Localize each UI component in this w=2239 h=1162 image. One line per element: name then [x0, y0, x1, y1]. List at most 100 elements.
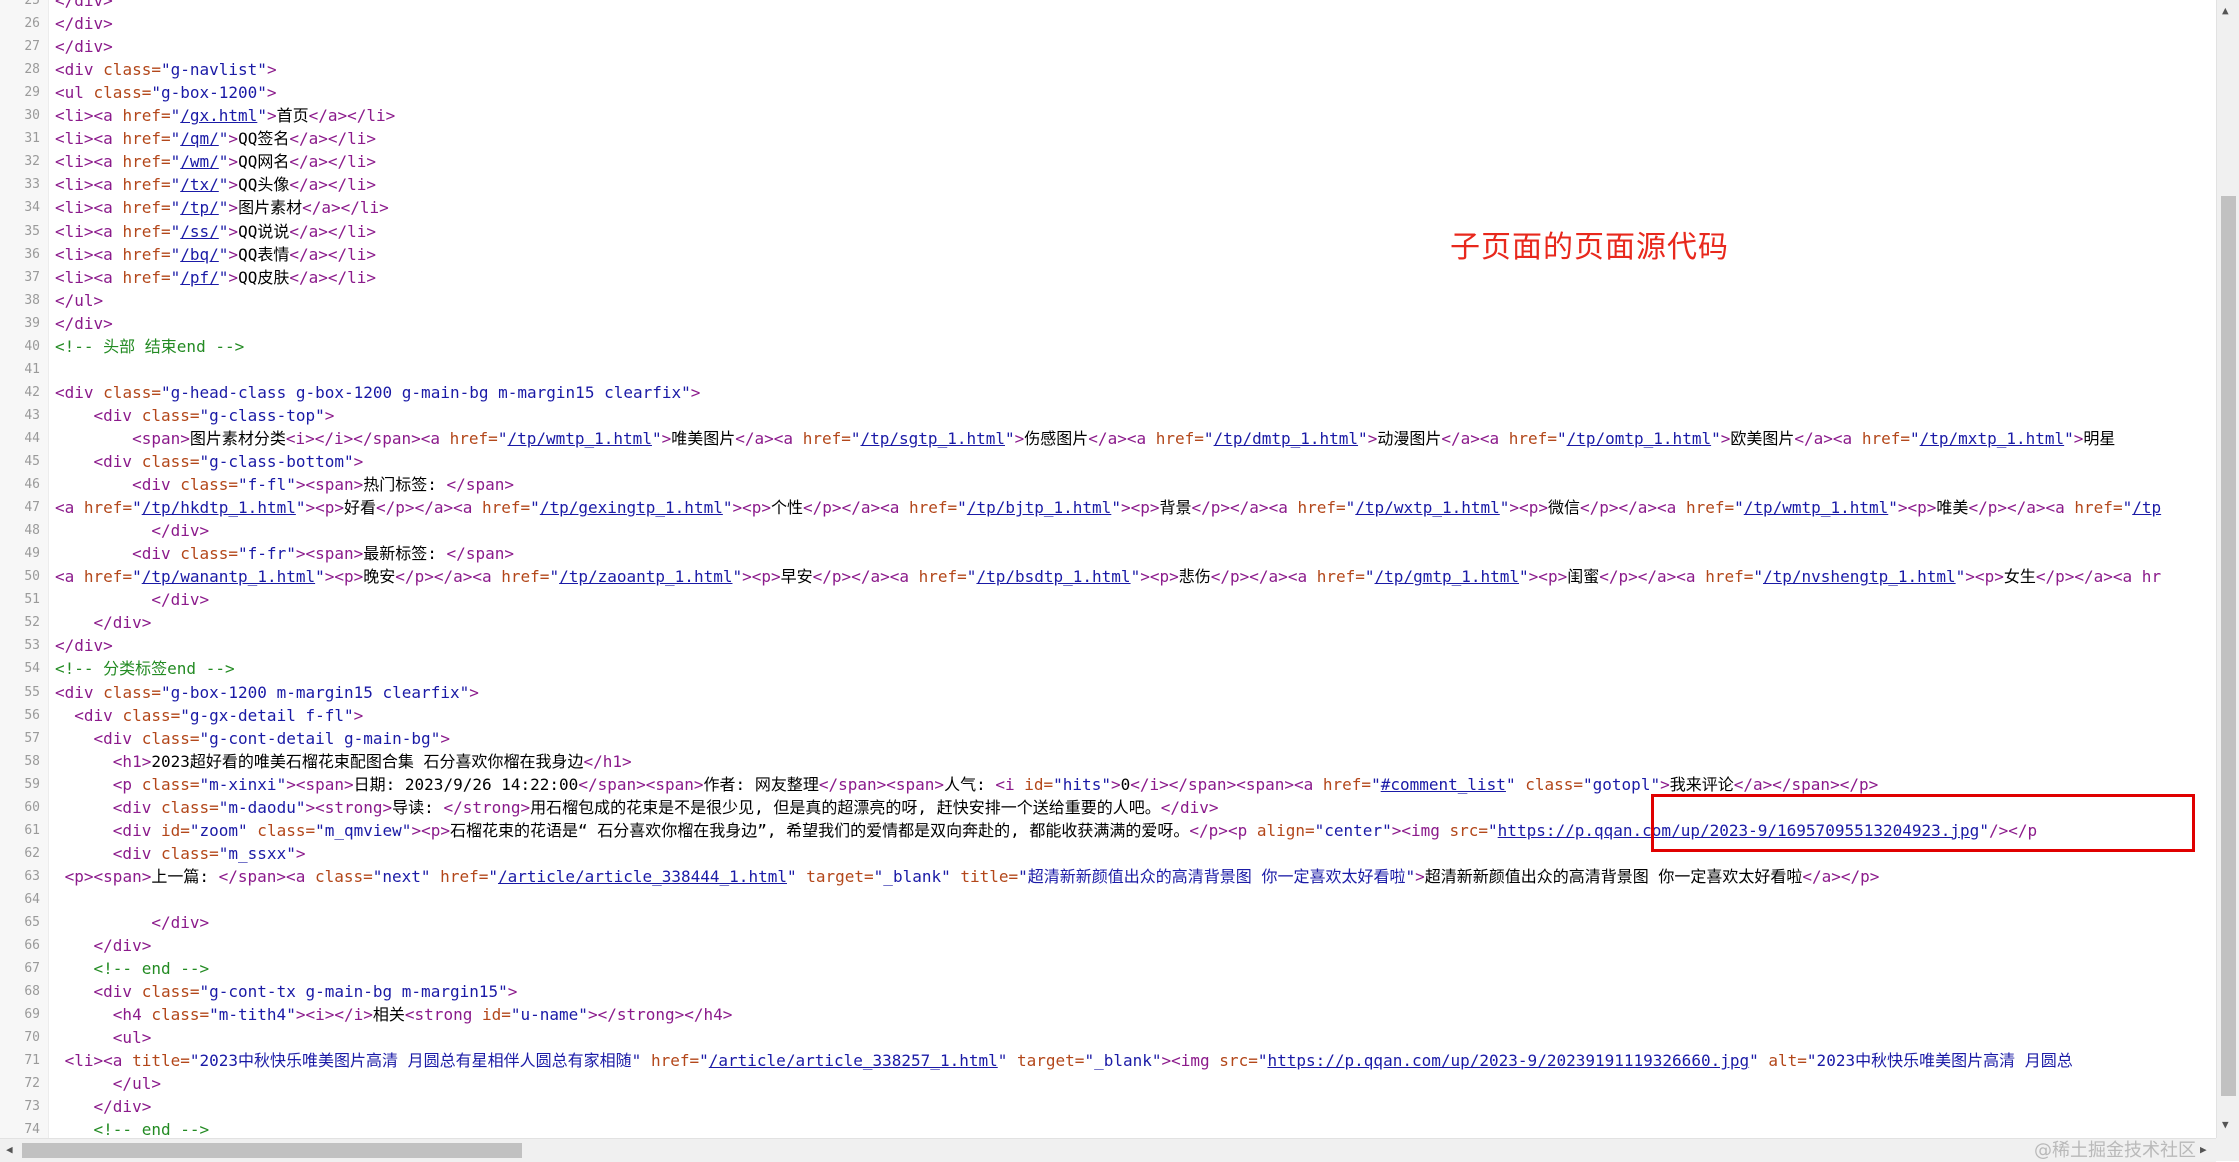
line-code: <a href="/tp/wanantp_1.html"><p>晚安</p></…	[55, 565, 2161, 588]
code-token: href=	[1316, 567, 1365, 587]
line-code: <p class="m-xinxi"><span>日期: 2023/9/26 1…	[55, 773, 1878, 796]
code-token: <li><a	[55, 267, 123, 287]
code-token: <a	[55, 567, 84, 587]
source-line: 58 <h1>2023超好看的唯美石榴花束配图合集 石分喜欢你榴在我身边</h1…	[0, 750, 2216, 773]
source-line: 49 <div class="f-fr"><span>最新标签: </span>	[0, 542, 2216, 565]
line-code: <ul>	[55, 1026, 152, 1049]
code-token: </ul>	[55, 290, 104, 310]
horizontal-scroll-thumb[interactable]	[22, 1143, 522, 1158]
code-token: QQ说说	[238, 221, 290, 241]
source-line: 65 </div>	[0, 911, 2216, 934]
code-token: </p></a><a	[1968, 498, 2075, 518]
code-token: "	[170, 175, 181, 195]
scroll-left-icon[interactable]: ◀	[6, 1143, 13, 1156]
source-link[interactable]: /tp/bjtp_1.html	[967, 498, 1112, 517]
code-token: class=	[122, 705, 181, 725]
code-token: ><p>	[732, 498, 772, 518]
source-link[interactable]: https://p.qqan.com/up/2023-9/20239191119…	[1267, 1051, 1749, 1070]
source-link[interactable]: /tp/wmtp_1.html	[507, 429, 652, 448]
source-link[interactable]: /tp/sgtp_1.html	[861, 429, 1006, 448]
scroll-down-icon[interactable]: ▼	[2222, 1118, 2229, 1131]
source-link[interactable]: /tp/wmtp_1.html	[1744, 498, 1889, 517]
code-token: "	[1371, 774, 1381, 794]
code-token: </p></a><a	[812, 567, 919, 587]
code-token: ><p>	[1140, 567, 1179, 587]
code-token: src=	[1449, 820, 1489, 840]
code-token: ><p>	[1965, 567, 2004, 587]
line-code: <li><a href="/wm/">QQ网名</a></li>	[55, 150, 376, 173]
source-line: 34 <li><a href="/tp/">图片素材</a></li>	[0, 196, 2216, 219]
line-code: <!-- end -->	[55, 1118, 210, 1138]
code-token: "	[1130, 567, 1141, 587]
source-link[interactable]: /tp/omtp_1.html	[1567, 429, 1712, 448]
source-link[interactable]: /wm/	[180, 152, 219, 171]
line-number: 57	[24, 730, 40, 746]
source-line: 55 <div class="g-box-1200 m-margin15 clea…	[0, 681, 2216, 704]
code-token: "g-box-1200"	[151, 83, 267, 103]
code-token: <div	[112, 843, 161, 863]
source-link[interactable]: /tp/mxtp_1.html	[1920, 429, 2065, 448]
line-number: 56	[24, 707, 40, 723]
code-token: "	[497, 428, 508, 448]
source-link[interactable]: /ss/	[180, 222, 219, 241]
source-link[interactable]: /tx/	[180, 175, 219, 194]
source-link[interactable]: /tp/gexingtp_1.html	[540, 498, 723, 517]
source-link[interactable]: /tp/bsdtp_1.html	[976, 567, 1130, 586]
source-link[interactable]: /tp/	[180, 198, 219, 217]
line-code: <span>图片素材分类<i></i></span><a href="/tp/w…	[55, 427, 2115, 450]
code-token: "	[1364, 567, 1375, 587]
scroll-up-icon[interactable]: ▲	[2222, 4, 2229, 17]
source-link[interactable]: /tp/wanantp_1.html	[142, 567, 315, 586]
source-link[interactable]: /tp/nvshengtp_1.html	[1763, 567, 1956, 586]
line-number: 38	[24, 292, 40, 308]
scroll-right-icon[interactable]: ▶	[2200, 1143, 2207, 1156]
source-link[interactable]: /tp	[2132, 498, 2161, 517]
source-link[interactable]: /article/article_338444_1.html	[498, 867, 787, 886]
code-token: </div>	[151, 521, 210, 541]
source-link[interactable]: /tp/dmtp_1.html	[1214, 429, 1359, 448]
code-token: "	[2064, 428, 2074, 448]
code-token: target=	[1007, 1051, 1085, 1071]
source-link[interactable]: /tp/gmtp_1.html	[1375, 567, 1520, 586]
line-number: 58	[24, 753, 40, 769]
line-number: 65	[24, 915, 40, 930]
code-token: 伤感图片	[1024, 428, 1089, 448]
vertical-scrollbar[interactable]: ▲ ▼	[2216, 0, 2239, 1138]
source-line: 69 <h4 class="m-tith4"><i></i>相关<strong …	[0, 1003, 2216, 1026]
line-number: 48	[24, 523, 40, 539]
horizontal-scrollbar[interactable]: ◀ ▶	[0, 1138, 2216, 1162]
code-token: href=	[918, 567, 967, 587]
code-token: "g-class-bottom"	[199, 452, 354, 471]
code-token: >	[324, 405, 335, 425]
source-link[interactable]: /tp/wxtp_1.html	[1355, 498, 1500, 517]
line-number: 28	[24, 62, 40, 78]
line-code: </div>	[55, 588, 209, 611]
code-token: >	[228, 175, 239, 195]
code-token: 个性	[771, 498, 804, 518]
source-link[interactable]: /article/article_338257_1.html	[709, 1051, 998, 1070]
source-link[interactable]: /bq/	[180, 245, 219, 264]
code-token: "	[966, 567, 977, 587]
source-link[interactable]: #comment_list	[1381, 775, 1506, 794]
line-code: </div>	[55, 12, 113, 35]
code-token: 闺蜜	[1567, 567, 1600, 587]
line-code: <li><a title="2023中秋快乐唯美图片高清 月圆总有星相伴人圆总有…	[55, 1049, 2073, 1072]
source-link[interactable]: /pf/	[180, 268, 219, 287]
source-link[interactable]: /qm/	[180, 129, 219, 148]
code-token: "m_qmview"	[315, 820, 412, 840]
code-token: </a></li>	[289, 152, 377, 172]
code-token: </a><a	[735, 428, 803, 448]
code-token: >	[353, 705, 364, 725]
code-token: ><p>	[742, 567, 781, 587]
vertical-scroll-thumb[interactable]	[2221, 196, 2236, 1096]
source-line: 57 <div class="g-cont-detail g-main-bg">	[0, 727, 2216, 750]
code-token: ><img	[1391, 820, 1450, 840]
source-link[interactable]: /gx.html	[180, 106, 257, 125]
code-token: href=	[802, 428, 851, 448]
source-link[interactable]: /tp/zaoantp_1.html	[559, 567, 732, 586]
source-link[interactable]: /tp/hkdtp_1.html	[142, 498, 296, 517]
